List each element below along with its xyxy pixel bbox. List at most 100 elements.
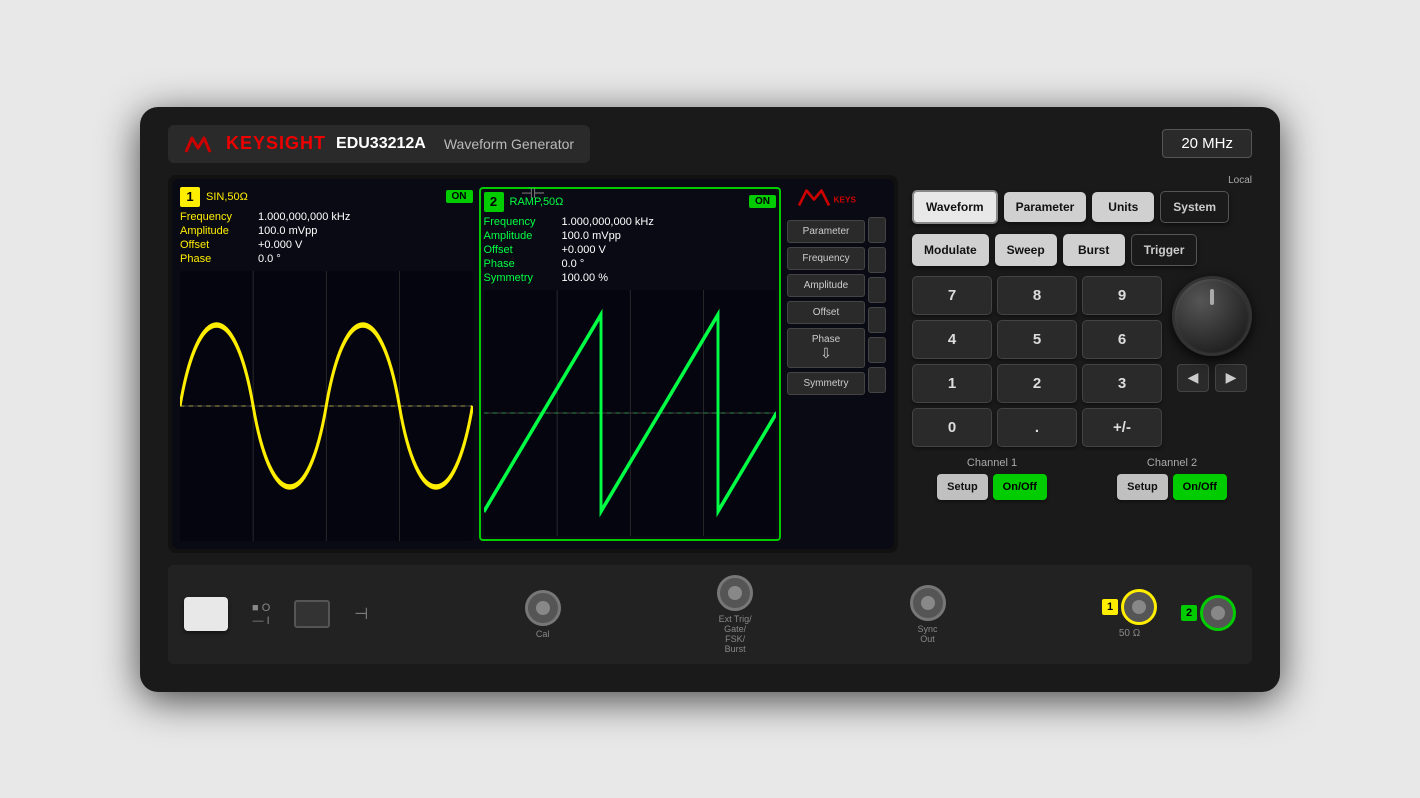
ch1-amp-row: Amplitude 100.0 mVpp [180,225,473,237]
ch2-offset-value: +0.000 V [562,244,606,256]
ch1-onoff-button[interactable]: On/Off [993,474,1047,500]
system-button[interactable]: System [1160,191,1229,223]
parameter-button[interactable]: Parameter [1004,192,1087,222]
ch1-number: 1 [180,187,200,207]
btn-row-2: Modulate Sweep Burst Trigger [912,234,1252,266]
softkey-2[interactable] [868,247,886,273]
ch1-badge: 1 [1102,599,1118,615]
frequency-badge: 20 MHz [1162,129,1252,158]
sweep-button[interactable]: Sweep [995,234,1057,266]
ch1-bnc-inner [1132,600,1146,614]
io-symbol: ■ O — I [252,602,270,627]
num-5[interactable]: 5 [997,320,1077,359]
menu-item-parameter[interactable]: Parameter [787,220,865,243]
ch1-waveform-display [180,271,473,541]
num-0[interactable]: 0 [912,408,992,447]
softkey-1[interactable] [868,217,886,243]
ch2-bnc-inner [1211,606,1225,620]
ch2-amp-row: Amplitude 100.0 mVpp [484,230,777,242]
num-2[interactable]: 2 [997,364,1077,403]
num-7[interactable]: 7 [912,276,992,315]
rotary-knob[interactable] [1172,276,1252,356]
arrow-right-button[interactable]: ▶ [1215,364,1247,392]
ch2-setup-button[interactable]: Setup [1117,474,1168,500]
btn-row-1: Waveform Parameter Units System [912,190,1252,224]
waveform-button[interactable]: Waveform [912,190,998,224]
ch1-on-badge: ON [446,190,473,203]
softkey-6[interactable] [868,367,886,393]
ch2-number: 2 [484,192,504,212]
num-8[interactable]: 8 [997,276,1077,315]
ch2-btn-row: Setup On/Off [1117,474,1227,500]
menu-item-symmetry[interactable]: Symmetry [787,372,865,395]
ch2-phase-value: 0.0 ° [562,258,585,270]
ch2-onoff-button[interactable]: On/Off [1173,474,1227,500]
menu-item-amplitude[interactable]: Amplitude [787,274,865,297]
side-softkeys [868,217,886,393]
ext-trig-connector: Ext Trig/Gate/FSK/Burst [717,575,753,654]
num-4[interactable]: 4 [912,320,992,359]
bottom-panel: ■ O — I ⊣ Cal Ext Trig/Gate/FSK/Burst [168,565,1252,664]
menu-item-offset[interactable]: Offset [787,301,865,324]
num-3[interactable]: 3 [1082,364,1162,403]
sync-out-bnc-outer [910,585,946,621]
ch2-freq-value: 1.000,000,000 kHz [562,216,654,228]
trigger-button[interactable]: Trigger [1131,234,1198,266]
ch1-output-connector: 1 50 Ω [1102,589,1157,639]
num-plusminus[interactable]: +/- [1082,408,1162,447]
cal-bnc-inner [536,601,550,615]
sync-out-connector: SyncOut [910,585,946,644]
ch2-offset-row: Offset +0.000 V [484,244,777,256]
keysight-logo-icon [184,131,212,157]
numpad-grid: 7 8 9 4 5 6 1 2 3 0 . +/- [912,276,1162,447]
ch2-bnc-outer [1200,595,1236,631]
model-type: Waveform Generator [444,136,574,152]
num-9[interactable]: 9 [1082,276,1162,315]
ch2-phase-label: Phase [484,258,554,270]
ch2-amp-label: Amplitude [484,230,554,242]
ch1-setup-button[interactable]: Setup [937,474,988,500]
modulate-button[interactable]: Modulate [912,234,989,266]
ch2-params: Frequency 1.000,000,000 kHz Amplitude 10… [484,216,777,284]
ch2-freq-label: Frequency [484,216,554,228]
ch2-output-connector: 2 [1181,595,1236,634]
cal-connector: Cal [525,590,561,639]
header: KEYSIGHT EDU33212A Waveform Generator 20… [168,125,1252,163]
softkey-5[interactable] [868,337,886,363]
menu-item-phase[interactable]: Phase⇩ [787,328,865,368]
controls-panel: Local Waveform Parameter Units System Mo… [912,175,1252,553]
knob-area: ◀ ▶ [1172,276,1252,392]
ch1-offset-value: +0.000 V [258,239,302,251]
numpad-area: 7 8 9 4 5 6 1 2 3 0 . +/- ◀ [912,276,1252,447]
ch1-impedance: 50Ω [227,191,247,203]
ch2-impedance: 50Ω [543,196,563,208]
menu-item-frequency[interactable]: Frequency [787,247,865,270]
ch1-panel: 1 SIN,50Ω ON Frequency 1.000,000,000 kHz… [180,187,473,541]
units-button[interactable]: Units [1092,192,1154,222]
usb-symbol-icon: ⊣ [354,604,368,624]
ch2-panel: 2 RAMP,50Ω ON Frequency 1.000,000,000 kH… [479,187,782,541]
num-1[interactable]: 1 [912,364,992,403]
usb-icon: ⊣⊢ [521,185,545,202]
cal-bnc-outer [525,590,561,626]
ext-trig-bnc-inner [728,586,742,600]
usb-port[interactable] [294,600,330,628]
num-decimal[interactable]: . [997,408,1077,447]
ch1-offset-row: Offset +0.000 V [180,239,473,251]
num-6[interactable]: 6 [1082,320,1162,359]
ch1-control: Channel 1 Setup On/Off [912,457,1072,500]
ch1-waveform: SIN [206,191,224,203]
ch1-freq-label: Frequency [180,211,250,223]
menu-container: KEYSIGHT Parameter Frequency Amplitude O… [787,187,865,395]
arrow-left-button[interactable]: ◀ [1177,364,1209,392]
model-name: EDU33212A [336,135,426,153]
ch1-label: Channel 1 [967,457,1017,469]
softkey-3[interactable] [868,277,886,303]
burst-button[interactable]: Burst [1063,234,1125,266]
softkey-4[interactable] [868,307,886,333]
io-label-1: ■ O [252,602,270,614]
main-body: ⊣⊢ 1 SIN,50Ω ON Frequency 1.000,000,000 … [168,175,1252,553]
power-button[interactable] [184,597,228,631]
ch1-params: Frequency 1.000,000,000 kHz Amplitude 10… [180,211,473,265]
ch2-phase-row: Phase 0.0 ° [484,258,777,270]
